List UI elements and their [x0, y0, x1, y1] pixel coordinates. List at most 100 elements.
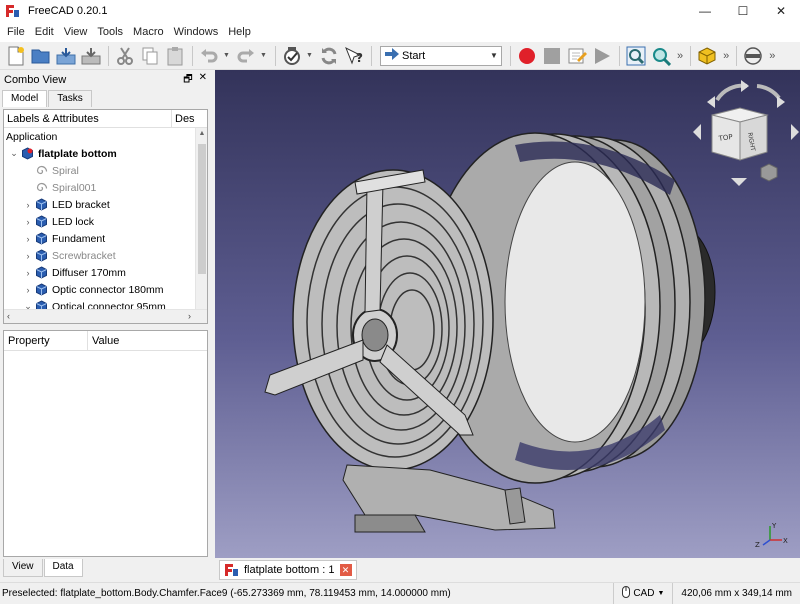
new-document-icon[interactable] [4, 44, 28, 68]
save-as-icon[interactable] [79, 44, 103, 68]
float-panel-icon[interactable]: 🗗 [183, 72, 192, 89]
part-icon [34, 232, 48, 246]
tree-header-labels[interactable]: Labels & Attributes [4, 110, 172, 127]
combo-tabs: Model Tasks [0, 90, 212, 108]
chevron-right-icon[interactable]: › [22, 285, 34, 295]
scroll-thumb[interactable] [198, 144, 206, 274]
navigation-style-label: CAD [633, 587, 655, 599]
tree-item[interactable]: › Optic connector 180mm [4, 281, 207, 298]
undo-icon[interactable] [197, 44, 221, 68]
axis-x-label: X [783, 537, 788, 545]
combo-view-title: Combo View [4, 74, 67, 86]
menu-view[interactable]: View [59, 26, 93, 38]
toolbar-separator [108, 45, 109, 66]
menu-tools[interactable]: Tools [92, 26, 128, 38]
macro-record-icon[interactable] [515, 44, 539, 68]
fit-selection-icon[interactable] [649, 44, 673, 68]
redo-dropdown-icon[interactable]: ▼ [259, 44, 268, 68]
macro-stop-icon[interactable] [540, 44, 564, 68]
tree-item[interactable]: › LED bracket [4, 196, 207, 213]
toolbar-separator [690, 45, 692, 66]
copy-icon[interactable] [138, 44, 162, 68]
tree-item-label: Screwbracket [52, 249, 116, 262]
save-icon[interactable] [54, 44, 78, 68]
refresh-check-icon[interactable] [280, 44, 304, 68]
tree-vertical-scrollbar[interactable]: ▲ ▼ [195, 128, 207, 323]
axis-indicator: Y X Z [755, 522, 788, 549]
window-title: FreeCAD 0.20.1 [28, 5, 108, 17]
close-panel-icon[interactable]: ✕ [199, 72, 207, 89]
refresh-dropdown-icon[interactable]: ▼ [305, 44, 314, 68]
3d-model-render[interactable]: TOP RIGHT Y X Z [215, 70, 800, 558]
tree-item[interactable]: › Diffuser 170mm [4, 264, 207, 281]
menu-windows[interactable]: Windows [169, 26, 224, 38]
axis-z-label: Z [755, 541, 760, 549]
recompute-icon[interactable] [317, 44, 341, 68]
title-bar: FreeCAD 0.20.1 — ☐ ✕ [0, 0, 800, 22]
tree-item[interactable]: Spiral001 [4, 179, 207, 196]
toolbar-overflow-2[interactable]: » [723, 50, 729, 62]
chevron-right-icon[interactable]: › [22, 251, 34, 261]
minimize-button[interactable]: — [686, 0, 724, 22]
tree-item[interactable]: › Fundament [4, 230, 207, 247]
menu-edit[interactable]: Edit [30, 26, 59, 38]
measure-icon[interactable] [741, 44, 765, 68]
menu-file[interactable]: File [2, 26, 30, 38]
chevron-right-icon[interactable]: › [22, 234, 34, 244]
property-tabs: View Data [3, 559, 84, 577]
chevron-right-icon[interactable]: › [22, 268, 34, 278]
chevron-down-icon[interactable]: ⌄ [8, 148, 20, 159]
close-tab-icon[interactable]: ✕ [339, 564, 352, 576]
undo-dropdown-icon[interactable]: ▼ [222, 44, 231, 68]
property-view[interactable]: Property Value [3, 330, 208, 557]
toolbar-overflow-1[interactable]: » [677, 50, 683, 62]
toolbar-overflow-3[interactable]: » [769, 50, 775, 62]
3d-viewport[interactable]: TOP RIGHT Y X Z [215, 70, 800, 558]
tree-header-description[interactable]: Des [172, 110, 198, 127]
whats-this-icon[interactable]: ? [342, 44, 366, 68]
tab-data[interactable]: Data [43, 559, 83, 577]
toolbar-separator [736, 45, 738, 66]
model-tree[interactable]: Labels & Attributes Des Application ⌄ fla… [3, 109, 208, 324]
view-dimensions: 420,06 mm x 349,14 mm [672, 582, 800, 604]
tree-item[interactable]: Spiral [4, 162, 207, 179]
tab-model[interactable]: Model [2, 90, 48, 107]
fit-all-icon[interactable] [624, 44, 648, 68]
chevron-down-icon: ▼ [657, 589, 665, 597]
paste-icon[interactable] [163, 44, 187, 68]
tree-item[interactable]: › LED lock [4, 213, 207, 230]
close-button[interactable]: ✕ [762, 0, 800, 22]
menu-help[interactable]: Help [223, 26, 256, 38]
tree-root-application[interactable]: Application [4, 128, 207, 145]
freecad-document-icon [224, 563, 240, 577]
property-header-value[interactable]: Value [88, 331, 123, 350]
navigation-style-selector[interactable]: CAD ▼ [613, 582, 672, 604]
maximize-button[interactable]: ☐ [724, 0, 762, 22]
macro-edit-icon[interactable] [565, 44, 589, 68]
spiral-icon [34, 181, 48, 195]
document-tab[interactable]: flatplate bottom : 1 ✕ [219, 560, 357, 580]
chevron-right-icon[interactable]: › [22, 217, 34, 227]
combo-view-header: Combo View 🗗 ✕ [0, 72, 212, 88]
cut-icon[interactable] [113, 44, 137, 68]
redo-icon[interactable] [234, 44, 258, 68]
part-icon [34, 283, 48, 297]
tree-item[interactable]: ⌄ flatplate bottom [4, 145, 207, 162]
chevron-right-icon[interactable]: › [22, 200, 34, 210]
tab-view[interactable]: View [3, 559, 43, 577]
part-icon [34, 249, 48, 263]
scroll-up-icon[interactable]: ▲ [196, 130, 207, 142]
tree-item[interactable]: › Screwbracket [4, 247, 207, 264]
macro-run-icon[interactable] [590, 44, 614, 68]
scroll-right-icon[interactable]: › [188, 311, 191, 321]
chevron-down-icon: ▼ [490, 51, 498, 60]
scroll-left-icon[interactable]: ‹ [7, 311, 10, 321]
tree-horizontal-scrollbar[interactable]: ‹ › [4, 309, 207, 323]
open-folder-icon[interactable] [29, 44, 53, 68]
tab-tasks[interactable]: Tasks [48, 90, 92, 107]
property-header-property[interactable]: Property [4, 331, 88, 350]
menu-macro[interactable]: Macro [128, 26, 169, 38]
part-cube-icon[interactable] [695, 44, 719, 68]
workbench-selector[interactable]: Start ▼ [380, 45, 502, 66]
part-icon [34, 198, 48, 212]
